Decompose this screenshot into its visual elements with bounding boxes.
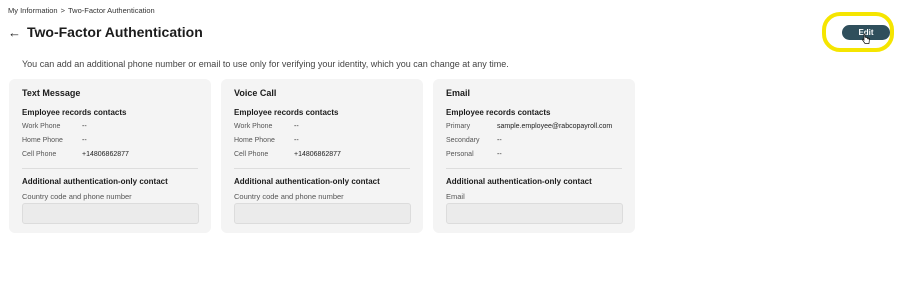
row-value: --: [82, 137, 87, 144]
additional-contact-heading: Additional authentication-only contact: [234, 177, 380, 186]
additional-contact-heading: Additional authentication-only contact: [446, 177, 592, 186]
contact-row: Cell Phone +14806862877: [22, 151, 129, 158]
row-value: --: [497, 137, 502, 144]
section-label: Employee records contacts: [22, 108, 127, 117]
row-value: --: [294, 137, 299, 144]
section-label: Employee records contacts: [446, 108, 551, 117]
breadcrumb-separator: >: [60, 6, 65, 15]
divider: [234, 168, 410, 169]
row-label: Work Phone: [22, 123, 61, 130]
row-label: Cell Phone: [22, 151, 57, 158]
contact-row: Personal --: [446, 151, 502, 158]
row-value: --: [294, 123, 299, 130]
divider: [446, 168, 622, 169]
breadcrumb-link-my-information[interactable]: My Information: [8, 6, 58, 15]
contact-row: Work Phone --: [234, 123, 299, 130]
row-label: Cell Phone: [234, 151, 269, 158]
section-label: Employee records contacts: [234, 108, 339, 117]
field-label: Country code and phone number: [22, 192, 132, 201]
field-label: Country code and phone number: [234, 192, 344, 201]
card-title: Voice Call: [234, 88, 277, 98]
card-title: Email: [446, 88, 471, 98]
contact-row: Home Phone --: [234, 137, 299, 144]
row-value: --: [497, 151, 502, 158]
row-label: Home Phone: [234, 137, 275, 144]
contact-row: Secondary --: [446, 137, 502, 144]
hand-cursor-icon: [862, 33, 870, 44]
card-voice-call: Voice Call Employee records contacts Wor…: [221, 79, 423, 233]
breadcrumb-current: Two-Factor Authentication: [68, 6, 155, 15]
arrow-left-icon[interactable]: ←: [8, 26, 21, 39]
card-title: Text Message: [22, 88, 81, 98]
row-value: +14806862877: [294, 151, 341, 158]
row-value: +14806862877: [82, 151, 129, 158]
phone-number-field[interactable]: [22, 203, 199, 224]
row-label: Secondary: [446, 137, 480, 144]
row-label: Home Phone: [22, 137, 63, 144]
contact-row: Primary sample.employee@rabcopayroll.com: [446, 123, 612, 130]
field-label: Email: [446, 192, 465, 201]
card-text-message: Text Message Employee records contacts W…: [9, 79, 211, 233]
divider: [22, 168, 198, 169]
page-title: Two-Factor Authentication: [27, 24, 203, 40]
contact-row: Work Phone --: [22, 123, 87, 130]
row-value: sample.employee@rabcopayroll.com: [497, 123, 613, 130]
phone-number-field[interactable]: [234, 203, 411, 224]
row-label: Primary: [446, 123, 471, 130]
additional-contact-heading: Additional authentication-only contact: [22, 177, 168, 186]
contact-row: Home Phone --: [22, 137, 87, 144]
title-row: ← Two-Factor Authentication: [8, 24, 203, 40]
email-field[interactable]: [446, 203, 623, 224]
contact-row: Cell Phone +14806862877: [234, 151, 341, 158]
intro-text: You can add an additional phone number o…: [22, 59, 509, 69]
row-label: Work Phone: [234, 123, 273, 130]
card-email: Email Employee records contacts Primary s…: [433, 79, 635, 233]
row-label: Personal: [446, 151, 474, 158]
breadcrumb: My Information > Two-Factor Authentication: [8, 6, 155, 15]
row-value: --: [82, 123, 87, 130]
